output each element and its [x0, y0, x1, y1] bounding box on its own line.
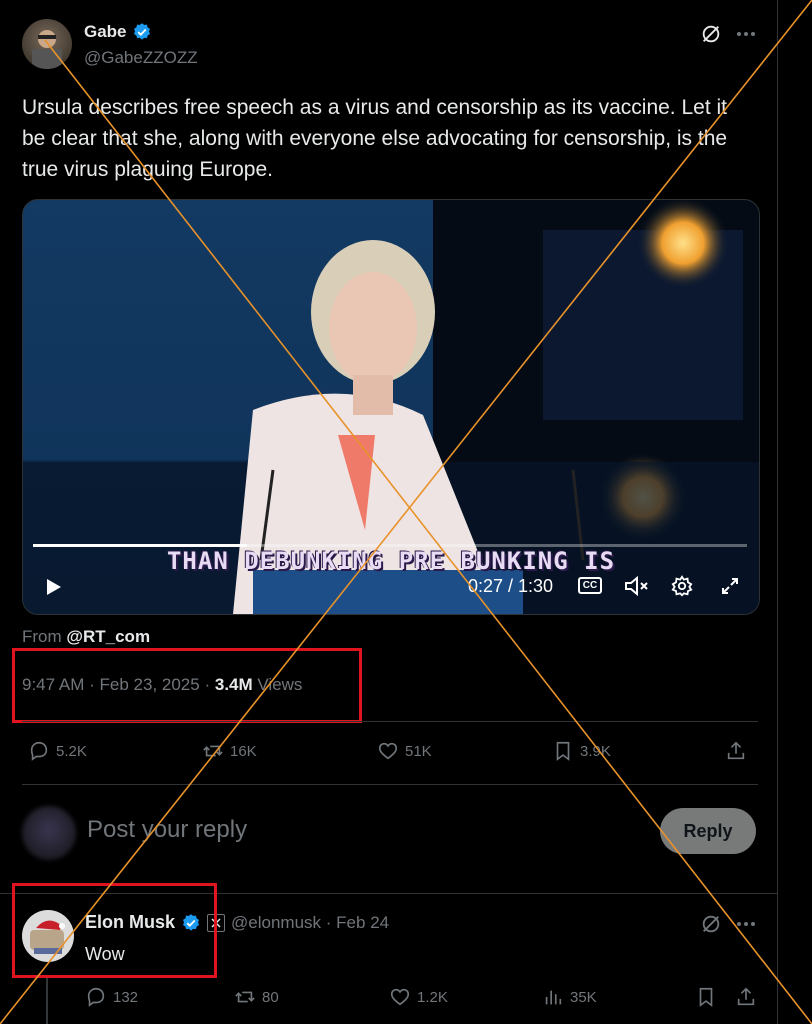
my-avatar[interactable]	[22, 806, 76, 860]
more-options-icon[interactable]	[733, 21, 759, 47]
divider	[22, 721, 758, 722]
repost-icon	[235, 991, 255, 1003]
reply-views-count: 35K	[570, 988, 597, 1006]
reply-button-label: Reply	[683, 820, 733, 841]
captions-button[interactable]: CC	[577, 574, 603, 596]
play-icon[interactable]	[38, 572, 68, 602]
fullscreen-icon[interactable]	[716, 572, 744, 600]
bookmark-count: 3.9K	[580, 742, 611, 760]
video-progress-track[interactable]	[33, 544, 747, 547]
reply-share-action[interactable]	[735, 986, 757, 1008]
reply-repost-action[interactable]: 80	[234, 986, 279, 1008]
author-avatar[interactable]	[22, 19, 72, 69]
thread-line	[46, 978, 48, 1024]
bookmark-action[interactable]: 3.9K	[552, 740, 611, 762]
reply-like-action[interactable]: 1.2K	[389, 986, 448, 1008]
from-source-link[interactable]: @RT_com	[66, 627, 150, 646]
tweet-text: Ursula describes free speech as a virus …	[22, 96, 728, 181]
divider	[22, 784, 758, 785]
reply-like-count: 1.2K	[417, 988, 448, 1006]
reply-icon	[87, 987, 105, 1007]
heart-icon	[378, 742, 398, 760]
settings-gear-icon[interactable]	[668, 572, 696, 600]
reply-button[interactable]: Reply	[660, 808, 756, 854]
like-count: 51K	[405, 742, 432, 760]
reply-date[interactable]: Feb 24	[336, 913, 389, 932]
video-progress-fill	[33, 544, 248, 547]
reply-repost-count: 80	[262, 988, 279, 1006]
heart-icon	[390, 988, 410, 1006]
grok-icon[interactable]	[698, 21, 724, 47]
reply-count: 5.2K	[56, 742, 87, 760]
video-timestamp: 0:27 / 1:30	[468, 576, 554, 596]
annotation-box-reply	[12, 883, 217, 978]
annotation-box-timestamp	[12, 648, 362, 723]
repost-icon	[203, 745, 223, 757]
mute-icon[interactable]	[621, 572, 651, 600]
more-options-icon[interactable]	[733, 911, 759, 937]
reply-icon	[30, 741, 48, 761]
column-border	[777, 0, 778, 1024]
views-chart-icon	[545, 990, 562, 1005]
cc-icon: CC	[577, 576, 603, 594]
bookmark-icon	[556, 741, 570, 761]
from-prefix: From	[22, 627, 62, 646]
repost-action[interactable]: 16K	[202, 740, 257, 762]
reply-bookmark-action[interactable]	[695, 986, 717, 1008]
meta-separator: ·	[325, 912, 332, 932]
author-handle[interactable]: @GabeZZOZZ	[84, 48, 198, 68]
reply-action[interactable]: 5.2K	[28, 740, 87, 762]
share-icon	[737, 987, 755, 1006]
author-name[interactable]: Gabe	[84, 22, 127, 42]
reply-input[interactable]: Post your reply	[87, 816, 247, 844]
reply-views-action[interactable]: 35K	[542, 986, 597, 1008]
grok-icon[interactable]	[698, 911, 724, 937]
video-player[interactable]: THAN DEBUNKING PRE BUNKING IS 0:27 / 1:3…	[22, 199, 760, 615]
reply-reply-action[interactable]: 132	[85, 986, 138, 1008]
share-icon	[727, 741, 745, 760]
like-action[interactable]: 51K	[377, 740, 432, 762]
reply-author-handle[interactable]: @elonmusk	[231, 913, 321, 932]
repost-count: 16K	[230, 742, 257, 760]
reply-reply-count: 132	[113, 988, 139, 1006]
share-action[interactable]	[725, 740, 747, 762]
video-caption: THAN DEBUNKING PRE BUNKING IS	[166, 547, 616, 575]
verified-badge-icon	[133, 23, 150, 40]
bookmark-icon	[699, 987, 713, 1007]
